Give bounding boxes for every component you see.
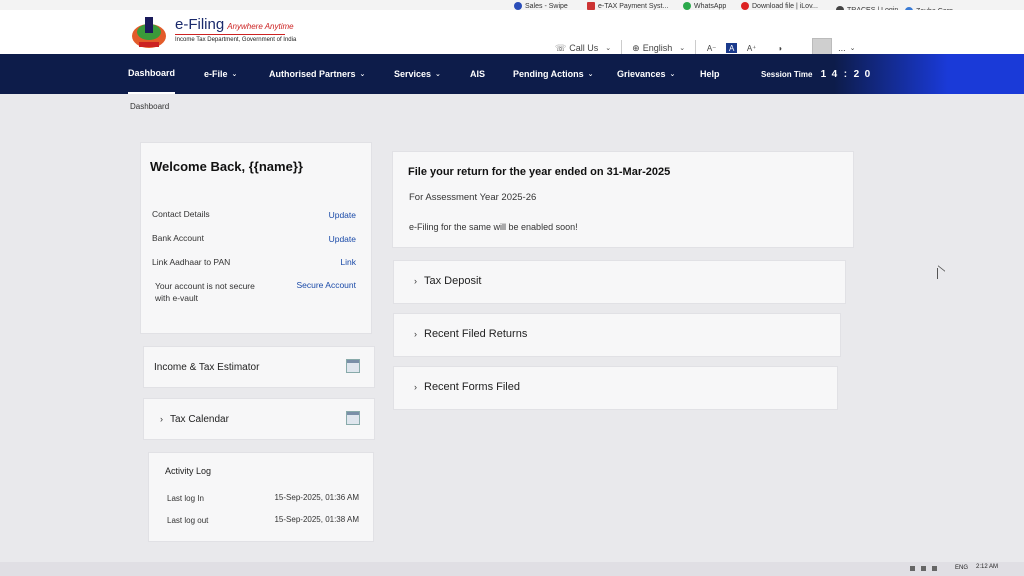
clock[interactable]: 2:12 AM: [976, 564, 998, 570]
session-digit: 0: [864, 68, 871, 80]
breadcrumb[interactable]: Dashboard: [130, 102, 169, 111]
chevron-right-icon: ›: [160, 414, 163, 424]
site-subtitle: Income Tax Department, Government of Ind…: [175, 37, 297, 43]
session-digit: 4: [831, 68, 838, 80]
recent-forms-filed-accordion[interactable]: › Recent Forms Filed: [393, 366, 838, 410]
chevron-right-icon: ›: [414, 276, 417, 286]
chevron-down-icon: ⌄: [231, 71, 238, 78]
font-decrease-button[interactable]: A⁻: [706, 43, 717, 53]
taskbar: ENG 2:12 AM: [0, 562, 1024, 576]
tray-icon[interactable]: [910, 566, 915, 571]
phone-icon: ☏: [555, 42, 567, 53]
nav-pending-actions[interactable]: Pending Actions ⌄: [513, 54, 594, 94]
tax-estimator-label: Income & Tax Estimator: [154, 362, 260, 373]
session-separator: :: [843, 68, 848, 80]
nav-help[interactable]: Help: [700, 54, 720, 94]
secure-account-link[interactable]: Secure Account: [296, 280, 356, 290]
nav-ais[interactable]: AIS: [470, 54, 485, 94]
chevron-down-icon: ⌄: [359, 71, 366, 78]
nav-dashboard[interactable]: Dashboard: [128, 54, 176, 94]
link-aadhaar-label: Link Aadhaar to PAN: [152, 257, 231, 267]
tax-estimator-card[interactable]: Income & Tax Estimator: [143, 346, 375, 388]
session-timer: Session Time 1 4 : 2 0: [761, 54, 872, 94]
mouse-cursor-icon: [937, 268, 945, 279]
nav-authorised-partners[interactable]: Authorised Partners ⌄: [269, 54, 365, 94]
file-return-title: File your return for the year ended on 3…: [408, 166, 671, 178]
contrast-icon[interactable]: ◑: [774, 43, 785, 53]
site-header: e-Filing Anywhere Anytime Income Tax Depa…: [0, 10, 1024, 58]
activity-log-title: Activity Log: [165, 466, 212, 476]
volume-icon[interactable]: [932, 566, 937, 571]
tax-deposit-label: › Tax Deposit: [414, 275, 482, 287]
nav-e-file[interactable]: e-File ⌄: [204, 54, 237, 94]
chevron-down-icon: ⌄: [605, 45, 612, 52]
ilovepdf-icon: [741, 2, 749, 10]
tax-calendar-label: › Tax Calendar: [160, 414, 229, 425]
chevron-right-icon: ›: [414, 382, 417, 392]
chevron-down-icon: ⌄: [679, 45, 686, 52]
session-digit: 1: [820, 68, 827, 80]
nav-services[interactable]: Services ⌄: [394, 54, 441, 94]
efiling-notice: e-Filing for the same will be enabled so…: [409, 222, 578, 232]
last-logout-label: Last log out: [167, 516, 209, 525]
recent-filed-returns-accordion[interactable]: › Recent Filed Returns: [393, 313, 841, 357]
whatsapp-icon: [683, 2, 691, 10]
evault-warning-label: Your account is not secure with e-vault: [155, 281, 255, 303]
input-language[interactable]: ENG: [955, 565, 968, 571]
tax-calendar-card[interactable]: › Tax Calendar: [143, 398, 375, 440]
font-normal-button[interactable]: A: [726, 43, 738, 53]
tray-icons: [910, 566, 937, 571]
link-aadhaar-link[interactable]: Link: [340, 257, 356, 267]
session-digit: 2: [853, 68, 860, 80]
activity-log-card: Activity Log Last log In 15-Sep-2025, 01…: [148, 452, 374, 542]
tax-icon: [587, 2, 595, 10]
site-tagline: Anywhere Anytime: [227, 22, 294, 31]
update-contact-link[interactable]: Update: [329, 210, 356, 220]
chevron-down-icon[interactable]: ⌄: [850, 44, 856, 52]
logo-divider: [175, 34, 285, 35]
globe-icon: ⊕: [632, 42, 640, 53]
nav-grievances[interactable]: Grievances ⌄: [617, 54, 675, 94]
chevron-down-icon: ⌄: [587, 71, 594, 78]
user-menu[interactable]: ...: [838, 43, 846, 53]
chevron-down-icon: ⌄: [435, 71, 441, 78]
network-icon[interactable]: [921, 566, 926, 571]
last-login-value: 15-Sep-2025, 01:36 AM: [274, 493, 359, 502]
session-time-label: Session Time: [761, 69, 813, 79]
swipe-icon: [514, 2, 522, 10]
calendar-icon: [346, 411, 360, 425]
language-select[interactable]: ⊕ English ⌄: [632, 43, 685, 54]
last-logout-value: 15-Sep-2025, 01:38 AM: [274, 515, 359, 524]
contact-details-label: Contact Details: [152, 209, 210, 219]
bank-account-label: Bank Account: [152, 233, 204, 243]
calculator-icon: [346, 359, 360, 373]
file-return-card: File your return for the year ended on 3…: [392, 151, 854, 248]
chevron-down-icon: ⌄: [669, 71, 676, 78]
emblem-logo: [132, 17, 166, 48]
last-login-label: Last log In: [167, 494, 204, 503]
call-us-button[interactable]: ☏ Call Us ⌄: [555, 43, 611, 54]
font-increase-button[interactable]: A⁺: [746, 43, 757, 53]
tax-deposit-accordion[interactable]: › Tax Deposit: [393, 260, 846, 304]
recent-forms-filed-label: › Recent Forms Filed: [414, 381, 520, 393]
main-navbar: Dashboard e-File ⌄ Authorised Partners ⌄ S…: [0, 54, 1024, 94]
update-bank-link[interactable]: Update: [329, 234, 356, 244]
recent-filed-returns-label: › Recent Filed Returns: [414, 328, 528, 340]
chevron-right-icon: ›: [414, 329, 417, 339]
site-title[interactable]: e-Filing Anywhere Anytime: [175, 16, 294, 33]
assessment-year: For Assessment Year 2025-26: [409, 192, 537, 203]
welcome-card: Welcome Back, {{name}} Contact Details U…: [140, 142, 372, 334]
welcome-title: Welcome Back, {{name}}: [150, 159, 303, 174]
